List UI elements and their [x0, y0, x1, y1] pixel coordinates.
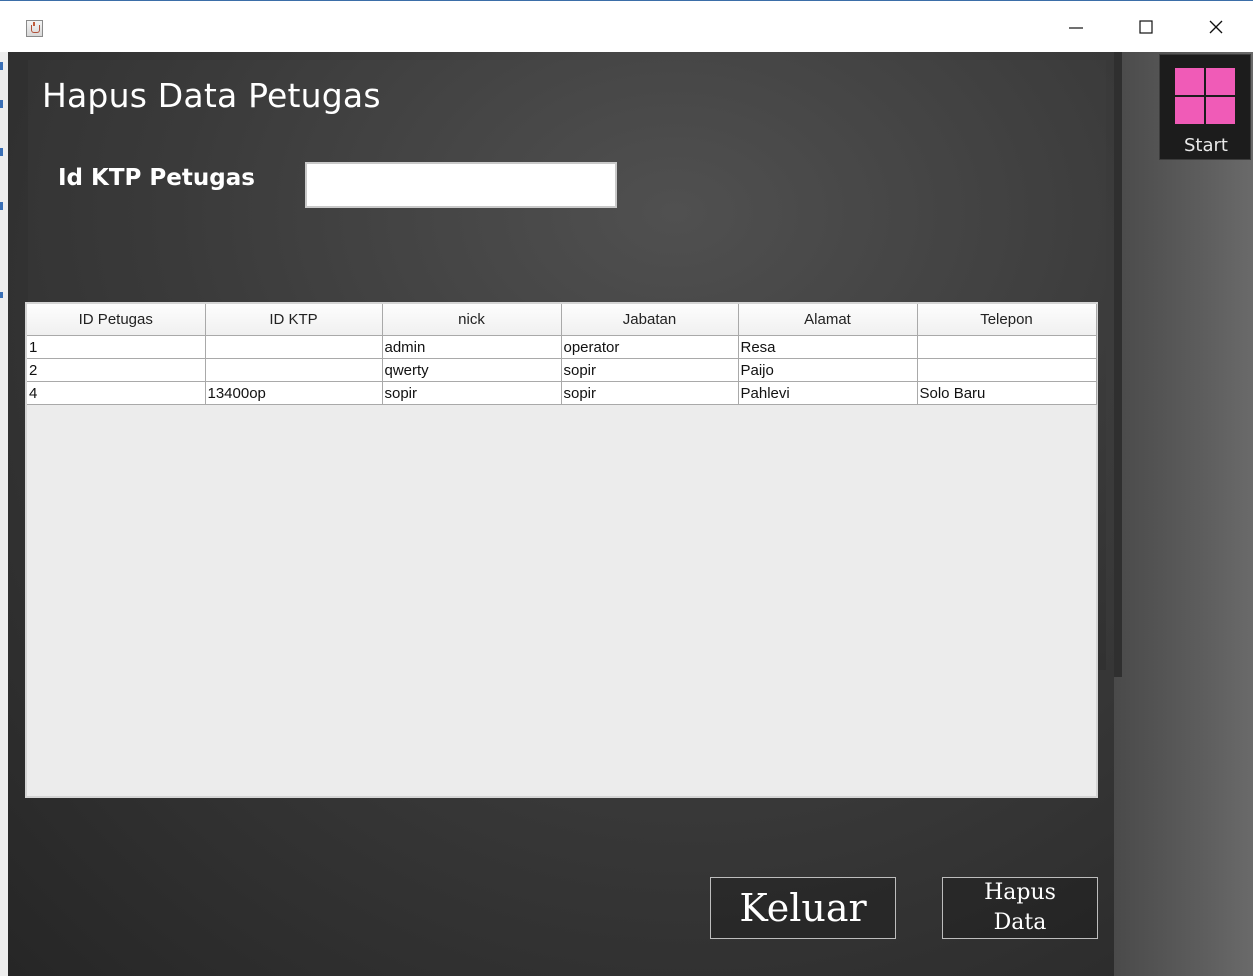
table-row[interactable]: 2 qwerty sopir Paijo: [27, 358, 1097, 382]
table-cell[interactable]: 13400op: [205, 381, 383, 405]
table-cell[interactable]: 2: [27, 358, 206, 382]
petugas-table[interactable]: ID Petugas ID KTP nick Jabatan Alamat Te…: [25, 302, 1098, 798]
table-cell[interactable]: 1: [27, 335, 206, 359]
table-cell[interactable]: sopir: [561, 358, 739, 382]
column-header[interactable]: Jabatan: [561, 304, 739, 336]
table-cell[interactable]: sopir: [382, 381, 562, 405]
table-cell[interactable]: [205, 335, 383, 359]
table-cell[interactable]: Resa: [738, 335, 918, 359]
table-cell[interactable]: operator: [561, 335, 739, 359]
windows-logo-icon: [1175, 68, 1235, 124]
table-cell[interactable]: [917, 358, 1097, 382]
ktp-label: Id KTP Petugas: [58, 165, 255, 191]
column-header[interactable]: Alamat: [738, 304, 918, 336]
java-app-icon: [26, 20, 43, 37]
table-cell[interactable]: Paijo: [738, 358, 918, 382]
table-cell[interactable]: admin: [382, 335, 562, 359]
minimize-button[interactable]: [1053, 9, 1099, 45]
table-cell[interactable]: [205, 358, 383, 382]
hapus-button-line-1: Hapus: [984, 880, 1056, 905]
start-button[interactable]: Start: [1159, 54, 1251, 160]
table-header-row: ID Petugas ID KTP nick Jabatan Alamat Te…: [27, 304, 1097, 336]
table-row[interactable]: 4 13400op sopir sopir Pahlevi Solo Baru: [27, 381, 1097, 405]
table-cell[interactable]: Solo Baru: [917, 381, 1097, 405]
main-panel: Hapus Data Petugas Id KTP Petugas ID Pet…: [8, 52, 1114, 976]
background-window-edge: [0, 52, 8, 976]
minimize-icon: [1069, 27, 1083, 29]
start-label: Start: [1184, 135, 1228, 156]
keluar-button[interactable]: Keluar: [710, 877, 896, 939]
table-cell[interactable]: Pahlevi: [738, 381, 918, 405]
table-row[interactable]: 1 admin operator Resa: [27, 335, 1097, 359]
table-cell[interactable]: qwerty: [382, 358, 562, 382]
column-header[interactable]: nick: [382, 304, 562, 336]
page-title: Hapus Data Petugas: [42, 76, 381, 115]
close-icon: [1209, 20, 1223, 34]
hapus-button-line-2: Data: [993, 910, 1047, 935]
column-header[interactable]: Telepon: [917, 304, 1097, 336]
column-header[interactable]: ID KTP: [205, 304, 383, 336]
maximize-button[interactable]: [1123, 9, 1169, 45]
table-cell[interactable]: [917, 335, 1097, 359]
close-button[interactable]: [1193, 9, 1239, 45]
ktp-input[interactable]: [305, 162, 617, 208]
table-cell[interactable]: 4: [27, 381, 206, 405]
start-sidebar: [1114, 52, 1253, 976]
window-titlebar: [0, 0, 1253, 52]
table-cell[interactable]: sopir: [561, 381, 739, 405]
column-header[interactable]: ID Petugas: [27, 304, 206, 336]
maximize-icon: [1139, 20, 1153, 34]
hapus-data-button[interactable]: Hapus Data: [942, 877, 1098, 939]
